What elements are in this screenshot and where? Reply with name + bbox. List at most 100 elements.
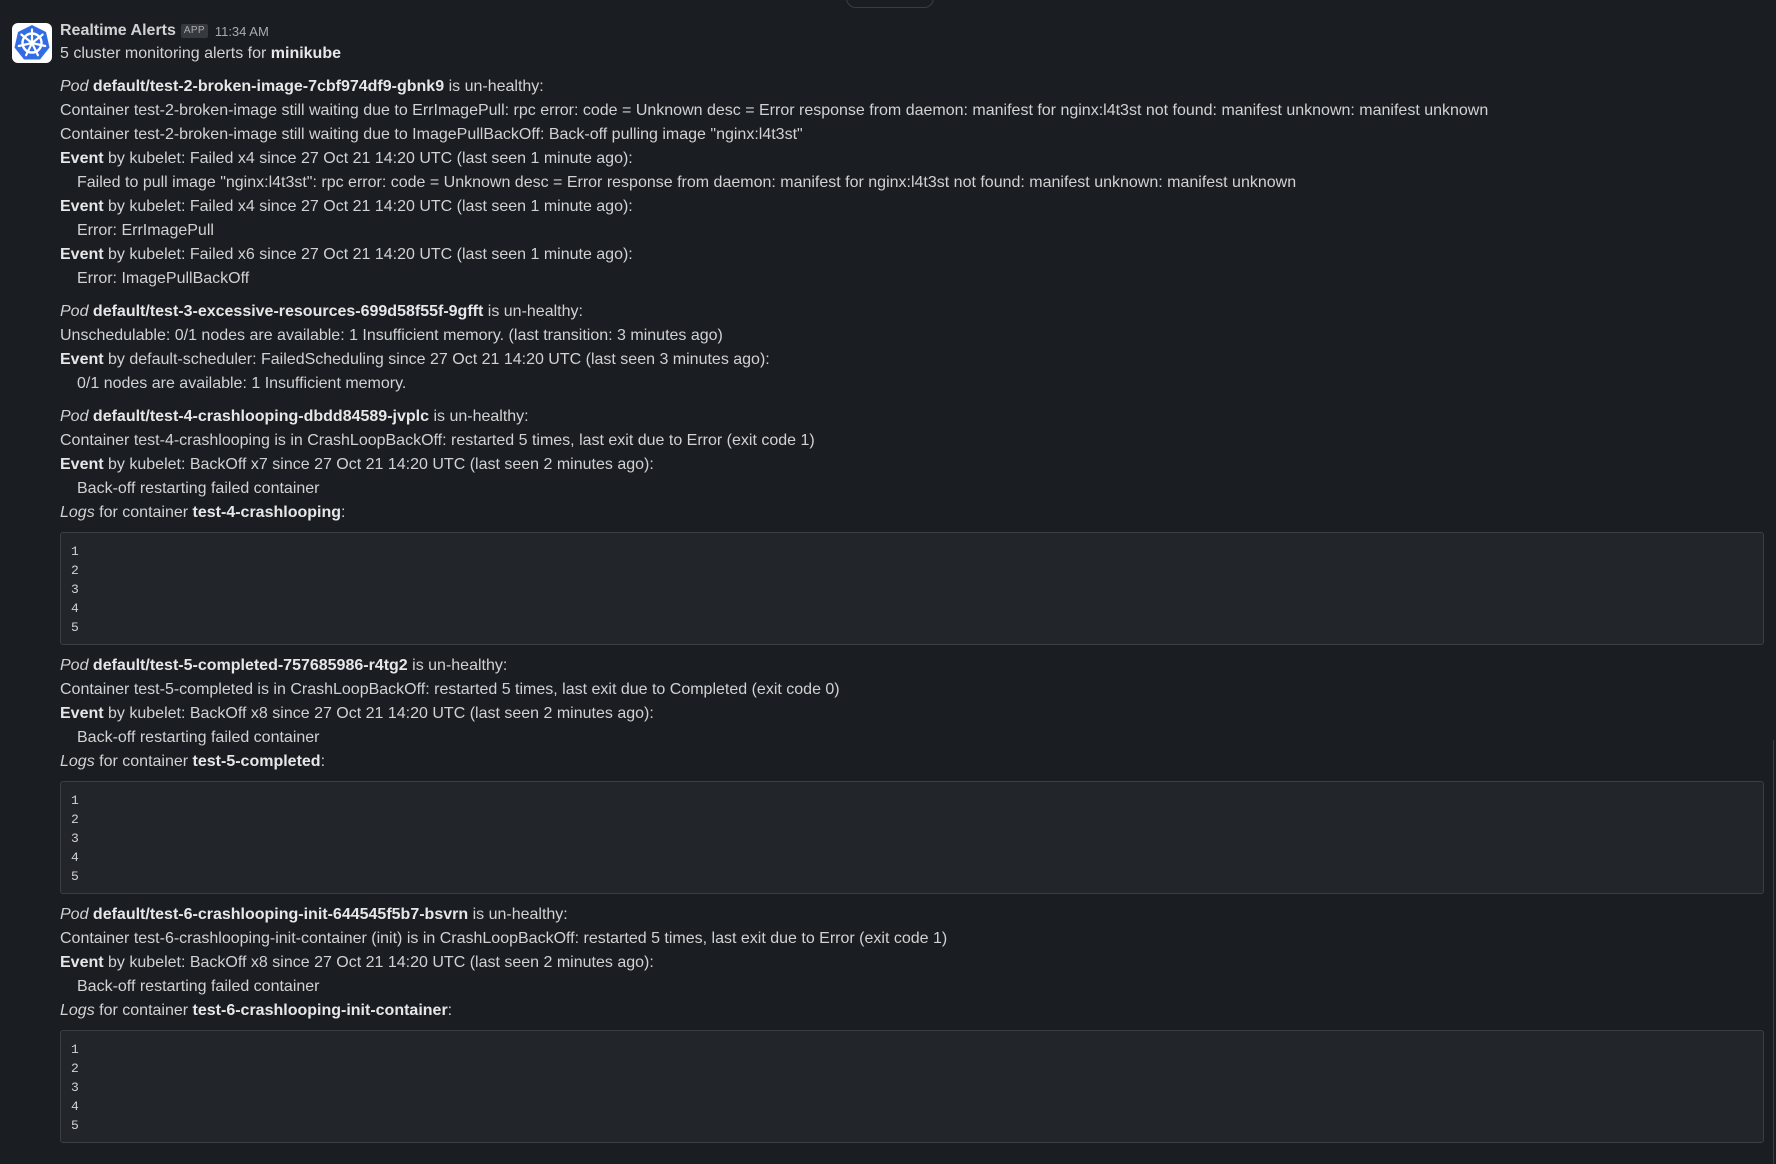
- logs-code-block[interactable]: 1 2 3 4 5: [60, 532, 1764, 645]
- event-detail: Back-off restarting failed container: [77, 729, 320, 746]
- container-status: Container test-4-crashlooping is in Cras…: [60, 432, 815, 449]
- log-line: 5: [71, 869, 79, 884]
- event-line: Event by kubelet: Failed x4 since 27 Oct…: [60, 195, 1766, 219]
- event-line: Event by kubelet: BackOff x8 since 27 Oc…: [60, 702, 1766, 726]
- event-text: by kubelet: BackOff x8 since 27 Oct 21 1…: [108, 954, 654, 971]
- for-container-text: for container: [99, 504, 189, 521]
- log-line: 3: [71, 831, 79, 846]
- log-line: 2: [71, 812, 79, 827]
- event-line: Event by kubelet: Failed x4 since 27 Oct…: [60, 147, 1766, 171]
- pod-name: default/test-6-crashlooping-init-644545f…: [92, 906, 469, 923]
- alert-summary: 5 cluster monitoring alerts for minikube: [60, 42, 1766, 66]
- container-status: Container test-6-crashlooping-init-conta…: [60, 930, 948, 947]
- log-line: 1: [71, 793, 79, 808]
- event-label: Event: [60, 351, 104, 368]
- logs-container-name: test-4-crashlooping: [192, 504, 342, 521]
- message-header: Realtime Alerts APP 11:34 AM: [60, 20, 1766, 42]
- pod-alert: Pod default/test-5-completed-757685986-r…: [60, 654, 1766, 894]
- summary-text: 5 cluster monitoring alerts for: [60, 45, 267, 62]
- logs-code-block[interactable]: 1 2 3 4 5: [60, 781, 1764, 894]
- logs-heading: Logs for container test-4-crashlooping:: [60, 501, 1766, 525]
- event-text: by default-scheduler: FailedScheduling s…: [108, 351, 770, 368]
- pod-label: Pod: [60, 906, 89, 923]
- pod-label: Pod: [60, 408, 89, 425]
- colon: :: [447, 1002, 453, 1019]
- logs-label: Logs: [60, 504, 95, 521]
- event-line: Event by kubelet: Failed x6 since 27 Oct…: [60, 243, 1766, 267]
- scrollbar-track: [1773, 740, 1774, 1164]
- logs-container-name: test-6-crashlooping-init-container: [192, 1002, 448, 1019]
- event-text: by kubelet: Failed x6 since 27 Oct 21 14…: [108, 246, 633, 263]
- pod-heading: Pod default/test-2-broken-image-7cbf974d…: [60, 75, 1766, 99]
- pod-label: Pod: [60, 78, 89, 95]
- log-line: 5: [71, 620, 79, 635]
- event-text: by kubelet: BackOff x7 since 27 Oct 21 1…: [108, 456, 654, 473]
- event-text: by kubelet: Failed x4 since 27 Oct 21 14…: [108, 198, 633, 215]
- event-label: Event: [60, 456, 104, 473]
- log-line: 2: [71, 563, 79, 578]
- logs-container-name: test-5-completed: [192, 753, 321, 770]
- event-text: by kubelet: BackOff x8 since 27 Oct 21 1…: [108, 705, 654, 722]
- event-detail: 0/1 nodes are available: 1 Insufficient …: [77, 375, 407, 392]
- container-status: Container test-2-broken-image still wait…: [60, 126, 803, 143]
- event-detail: Back-off restarting failed container: [77, 978, 320, 995]
- container-status: Container test-5-completed is in CrashLo…: [60, 681, 840, 698]
- logs-heading: Logs for container test-6-crashlooping-i…: [60, 999, 1766, 1023]
- colon: :: [320, 753, 326, 770]
- event-label: Event: [60, 954, 104, 971]
- message-timestamp[interactable]: 11:34 AM: [215, 24, 269, 39]
- pod-alert: Pod default/test-4-crashlooping-dbdd8458…: [60, 405, 1766, 645]
- event-line: Event by default-scheduler: FailedSchedu…: [60, 348, 1766, 372]
- unhealthy-text: is un-healthy:: [448, 78, 544, 95]
- for-container-text: for container: [99, 1002, 189, 1019]
- unhealthy-text: is un-healthy:: [433, 408, 529, 425]
- event-text: by kubelet: Failed x4 since 27 Oct 21 14…: [108, 150, 633, 167]
- event-detail: Error: ErrImagePull: [77, 222, 214, 239]
- pod-label: Pod: [60, 657, 89, 674]
- container-status: Container test-2-broken-image still wait…: [60, 102, 1489, 119]
- unhealthy-text: is un-healthy:: [412, 657, 508, 674]
- bot-avatar[interactable]: [12, 23, 52, 63]
- event-detail: Back-off restarting failed container: [77, 480, 320, 497]
- logs-code-block[interactable]: 1 2 3 4 5: [60, 1030, 1764, 1143]
- kubernetes-helm-icon: [14, 25, 50, 60]
- logs-heading: Logs for container test-5-completed:: [60, 750, 1766, 774]
- event-line: Event by kubelet: BackOff x8 since 27 Oc…: [60, 951, 1766, 975]
- log-line: 4: [71, 601, 79, 616]
- pod-alert: Pod default/test-3-excessive-resources-6…: [60, 300, 1766, 396]
- pod-heading: Pod default/test-3-excessive-resources-6…: [60, 300, 1766, 324]
- event-detail: Error: ImagePullBackOff: [77, 270, 250, 287]
- message: Realtime Alerts APP 11:34 AM 5 cluster m…: [60, 20, 1766, 1143]
- app-badge: APP: [180, 24, 208, 38]
- logs-label: Logs: [60, 1002, 95, 1019]
- pod-heading: Pod default/test-5-completed-757685986-r…: [60, 654, 1766, 678]
- log-line: 5: [71, 1118, 79, 1133]
- log-line: 2: [71, 1061, 79, 1076]
- event-label: Event: [60, 198, 104, 215]
- cluster-name: minikube: [270, 45, 341, 62]
- log-line: 3: [71, 1080, 79, 1095]
- pod-alert: Pod default/test-6-crashlooping-init-644…: [60, 903, 1766, 1143]
- container-status: Unschedulable: 0/1 nodes are available: …: [60, 327, 723, 344]
- pod-heading: Pod default/test-6-crashlooping-init-644…: [60, 903, 1766, 927]
- pod-name: default/test-3-excessive-resources-699d5…: [92, 303, 484, 320]
- sender-name[interactable]: Realtime Alerts: [60, 22, 176, 40]
- event-detail: Failed to pull image "nginx:l4t3st": rpc…: [77, 174, 1297, 191]
- event-label: Event: [60, 150, 104, 167]
- event-label: Event: [60, 705, 104, 722]
- log-line: 1: [71, 544, 79, 559]
- log-line: 1: [71, 1042, 79, 1057]
- pod-alert: Pod default/test-2-broken-image-7cbf974d…: [60, 75, 1766, 291]
- event-line: Event by kubelet: BackOff x7 since 27 Oc…: [60, 453, 1766, 477]
- log-line: 3: [71, 582, 79, 597]
- pod-heading: Pod default/test-4-crashlooping-dbdd8458…: [60, 405, 1766, 429]
- pod-name: default/test-5-completed-757685986-r4tg2: [92, 657, 408, 674]
- event-label: Event: [60, 246, 104, 263]
- logs-label: Logs: [60, 753, 95, 770]
- log-line: 4: [71, 850, 79, 865]
- new-messages-divider-pill: [846, 0, 934, 8]
- unhealthy-text: is un-healthy:: [487, 303, 583, 320]
- log-line: 4: [71, 1099, 79, 1114]
- for-container-text: for container: [99, 753, 189, 770]
- pod-name: default/test-2-broken-image-7cbf974df9-g…: [92, 78, 445, 95]
